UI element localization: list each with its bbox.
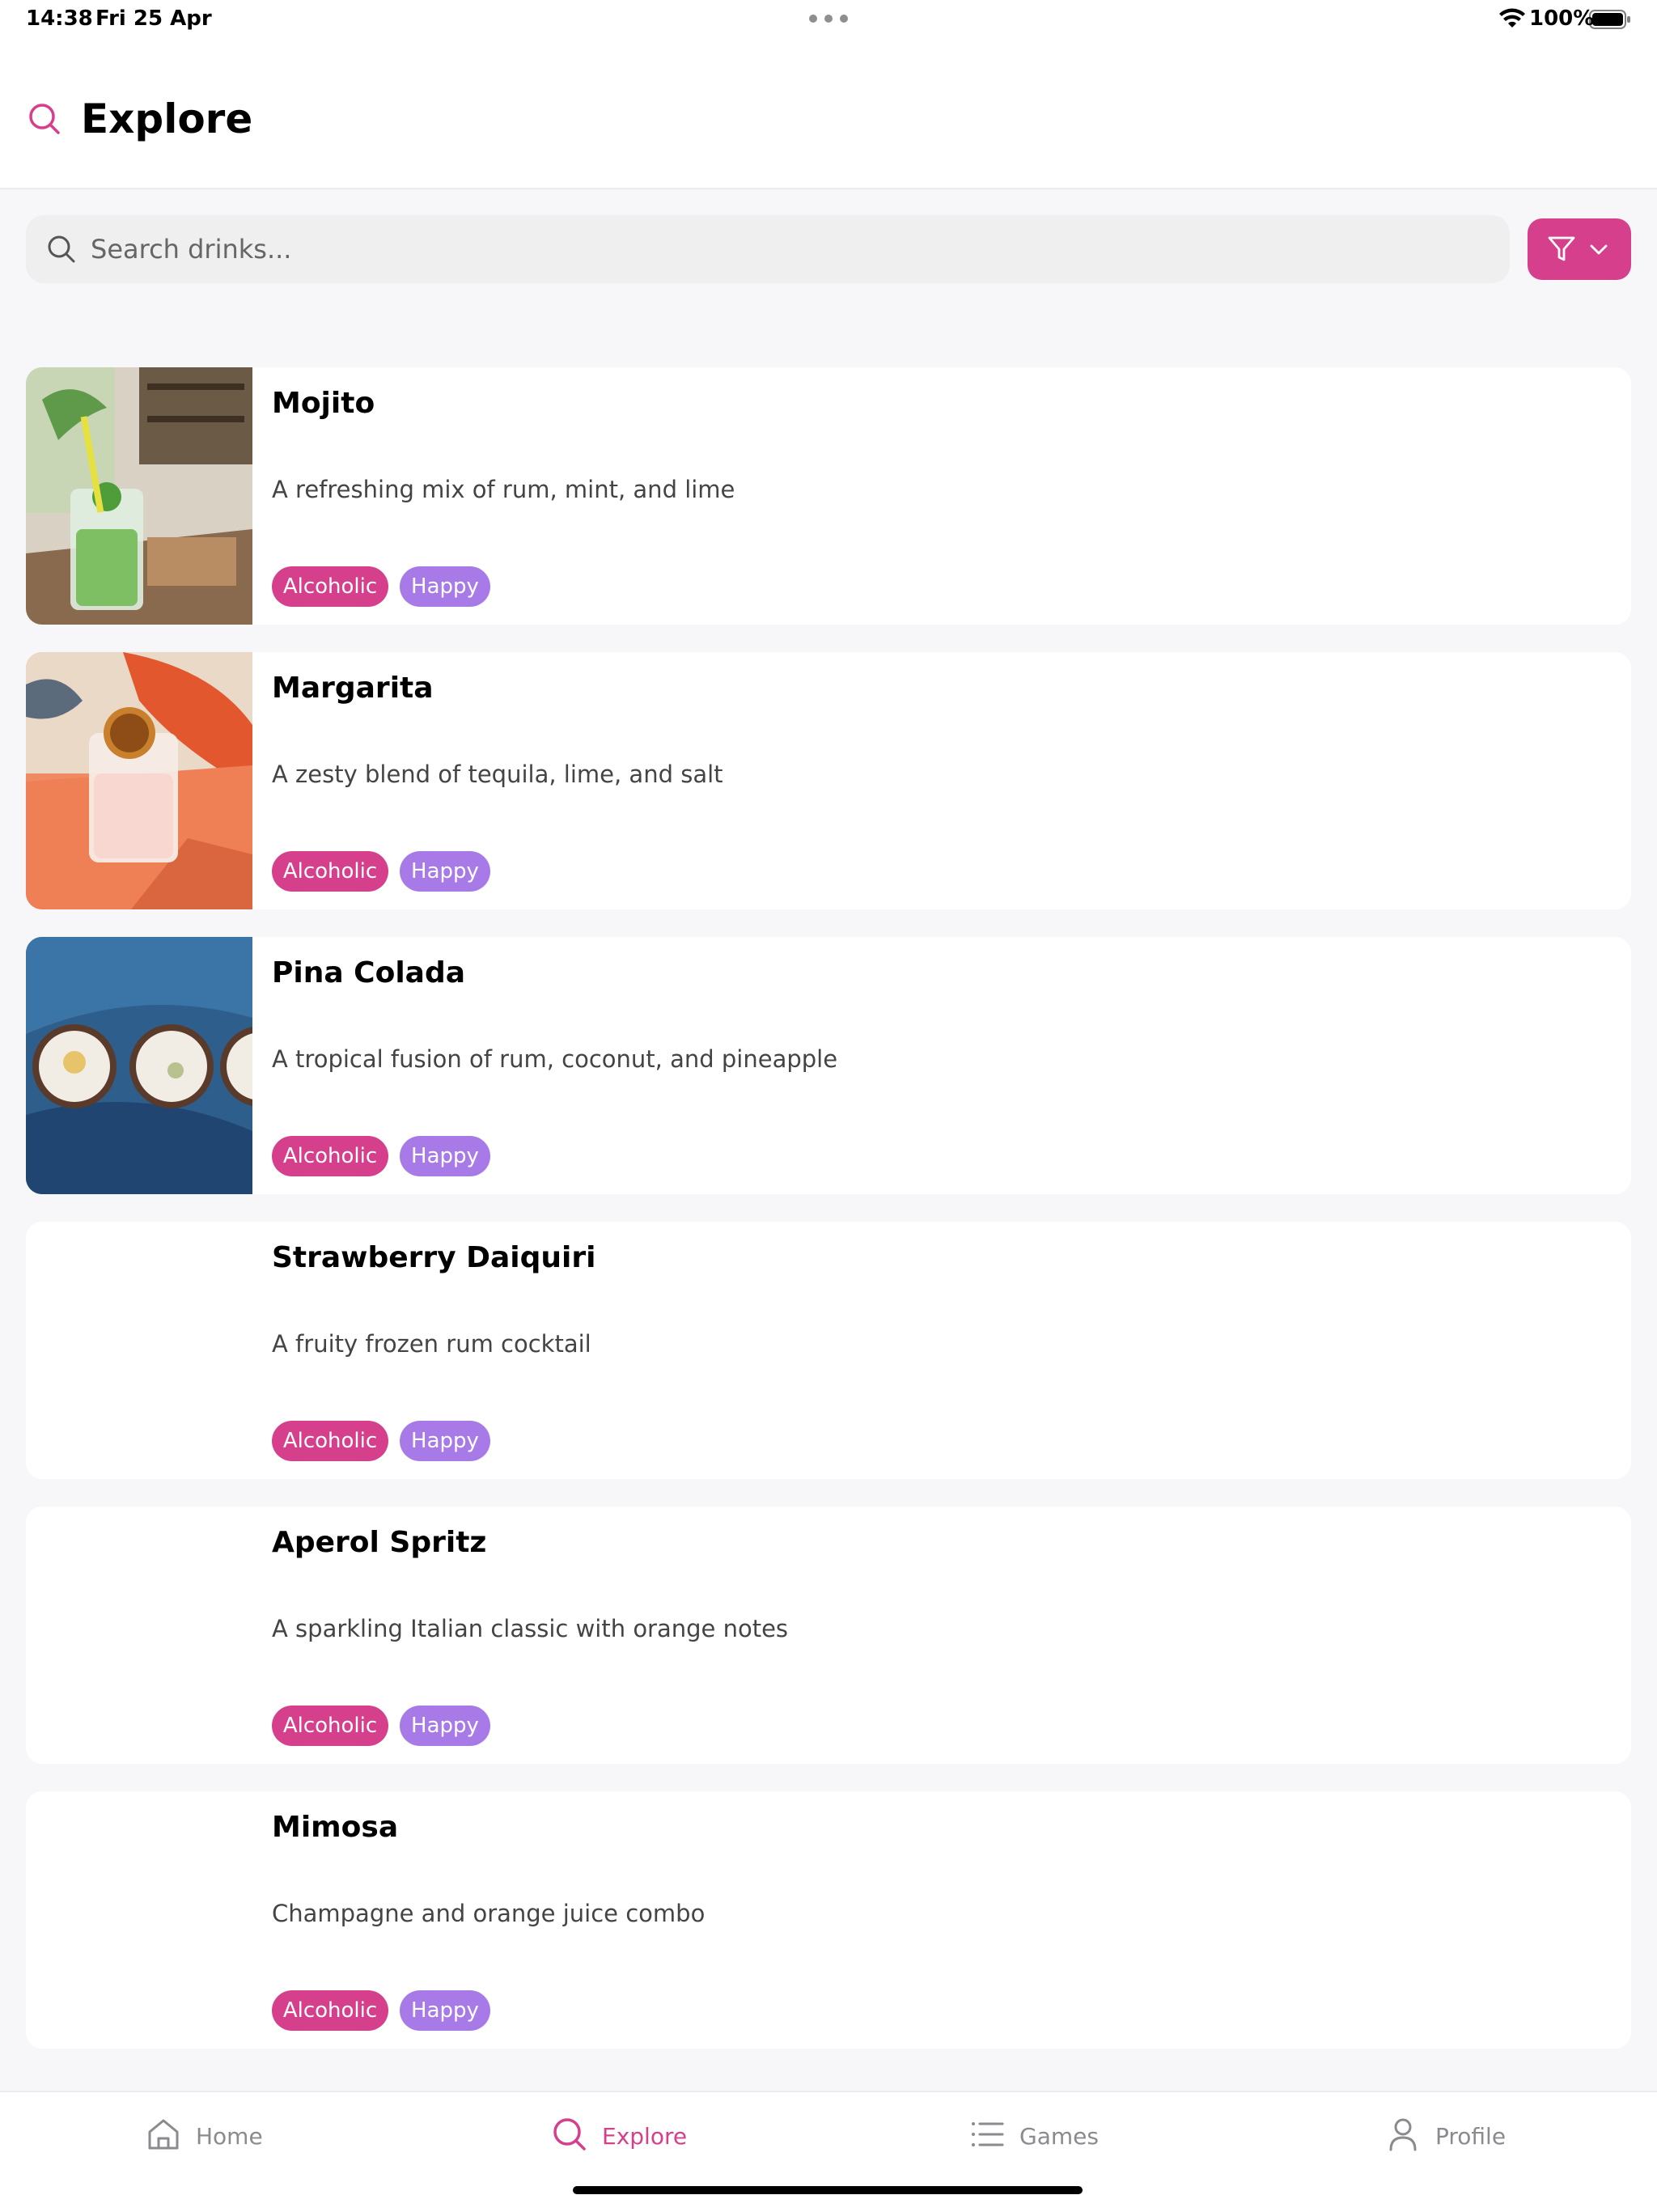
drink-image	[26, 937, 252, 1194]
tag-alcoholic: Alcoholic	[272, 1421, 388, 1461]
page-header: Explore	[0, 39, 1657, 189]
person-icon	[1389, 2118, 1417, 2151]
tag-happy: Happy	[400, 1706, 490, 1746]
drink-description: A fruity frozen rum cocktail	[272, 1330, 591, 1358]
tag-alcoholic: Alcoholic	[272, 851, 388, 892]
drink-card[interactable]: Strawberry Daiquiri A fruity frozen rum …	[26, 1222, 1631, 1479]
status-bar: 14:38 Fri 25 Apr 100%	[0, 0, 1657, 39]
tab-label: Games	[1019, 2123, 1099, 2150]
tag-alcoholic: Alcoholic	[272, 1990, 388, 2031]
search-bar	[26, 215, 1510, 283]
search-input[interactable]	[91, 215, 1482, 283]
home-indicator[interactable]	[573, 2186, 1083, 2194]
page-title: Explore	[81, 95, 253, 142]
drink-name: Strawberry Daiquiri	[272, 1241, 596, 1274]
tag-happy: Happy	[400, 1990, 490, 2031]
tag-alcoholic: Alcoholic	[272, 1136, 388, 1176]
tag-happy: Happy	[400, 566, 490, 607]
search-icon	[48, 235, 75, 263]
drink-card[interactable]: Margarita A zesty blend of tequila, lime…	[26, 652, 1631, 909]
filter-button[interactable]	[1528, 218, 1631, 280]
tab-label: Explore	[602, 2123, 688, 2150]
multitasking-dots-icon[interactable]	[809, 15, 848, 24]
battery-percentage: 100%	[1529, 6, 1595, 31]
drink-card[interactable]: Aperol Spritz A sparkling Italian classi…	[26, 1506, 1631, 1764]
tag-alcoholic: Alcoholic	[272, 1706, 388, 1746]
tab-profile[interactable]: Profile	[1385, 2117, 1523, 2157]
tab-label: Profile	[1435, 2123, 1507, 2150]
list-icon	[972, 2122, 1004, 2146]
drink-card[interactable]: Mimosa Champagne and orange juice combo …	[26, 1791, 1631, 2049]
drink-name: Mimosa	[272, 1811, 399, 1844]
drink-image-placeholder	[26, 1222, 252, 1479]
drink-card[interactable]: Mojito A refreshing mix of rum, mint, an…	[26, 367, 1631, 625]
tab-home[interactable]: Home	[146, 2117, 267, 2157]
status-time: 14:38	[26, 6, 93, 31]
drink-image-placeholder	[26, 1506, 252, 1764]
drink-name: Pina Colada	[272, 956, 466, 989]
tag-alcoholic: Alcoholic	[272, 566, 388, 607]
tag-happy: Happy	[400, 1421, 490, 1461]
drink-description: A refreshing mix of rum, mint, and lime	[272, 476, 735, 503]
status-date: Fri 25 Apr	[95, 6, 212, 31]
drink-description: A tropical fusion of rum, coconut, and p…	[272, 1045, 838, 1073]
tag-happy: Happy	[400, 851, 490, 892]
drink-name: Mojito	[272, 387, 375, 420]
home-icon	[148, 2119, 179, 2150]
drink-description: A zesty blend of tequila, lime, and salt	[272, 761, 723, 788]
wifi-icon	[1499, 8, 1525, 28]
drink-image	[26, 652, 252, 909]
tab-label: Home	[196, 2123, 263, 2150]
tag-happy: Happy	[400, 1136, 490, 1176]
search-icon	[29, 104, 60, 134]
drink-image	[26, 367, 252, 625]
chevron-down-icon	[1590, 244, 1608, 255]
tab-explore[interactable]: Explore	[552, 2117, 697, 2157]
drink-description: Champagne and orange juice combo	[272, 1900, 706, 1927]
drink-name: Aperol Spritz	[272, 1526, 487, 1559]
drink-description: A sparkling Italian classic with orange …	[272, 1615, 789, 1642]
tab-games[interactable]: Games	[969, 2117, 1107, 2157]
battery-icon	[1589, 10, 1630, 29]
drink-name: Margarita	[272, 672, 434, 705]
drink-image-placeholder	[26, 1791, 252, 2049]
search-icon	[553, 2118, 586, 2151]
drink-card[interactable]: Pina Colada A tropical fusion of rum, co…	[26, 937, 1631, 1194]
filter-icon	[1548, 236, 1575, 261]
